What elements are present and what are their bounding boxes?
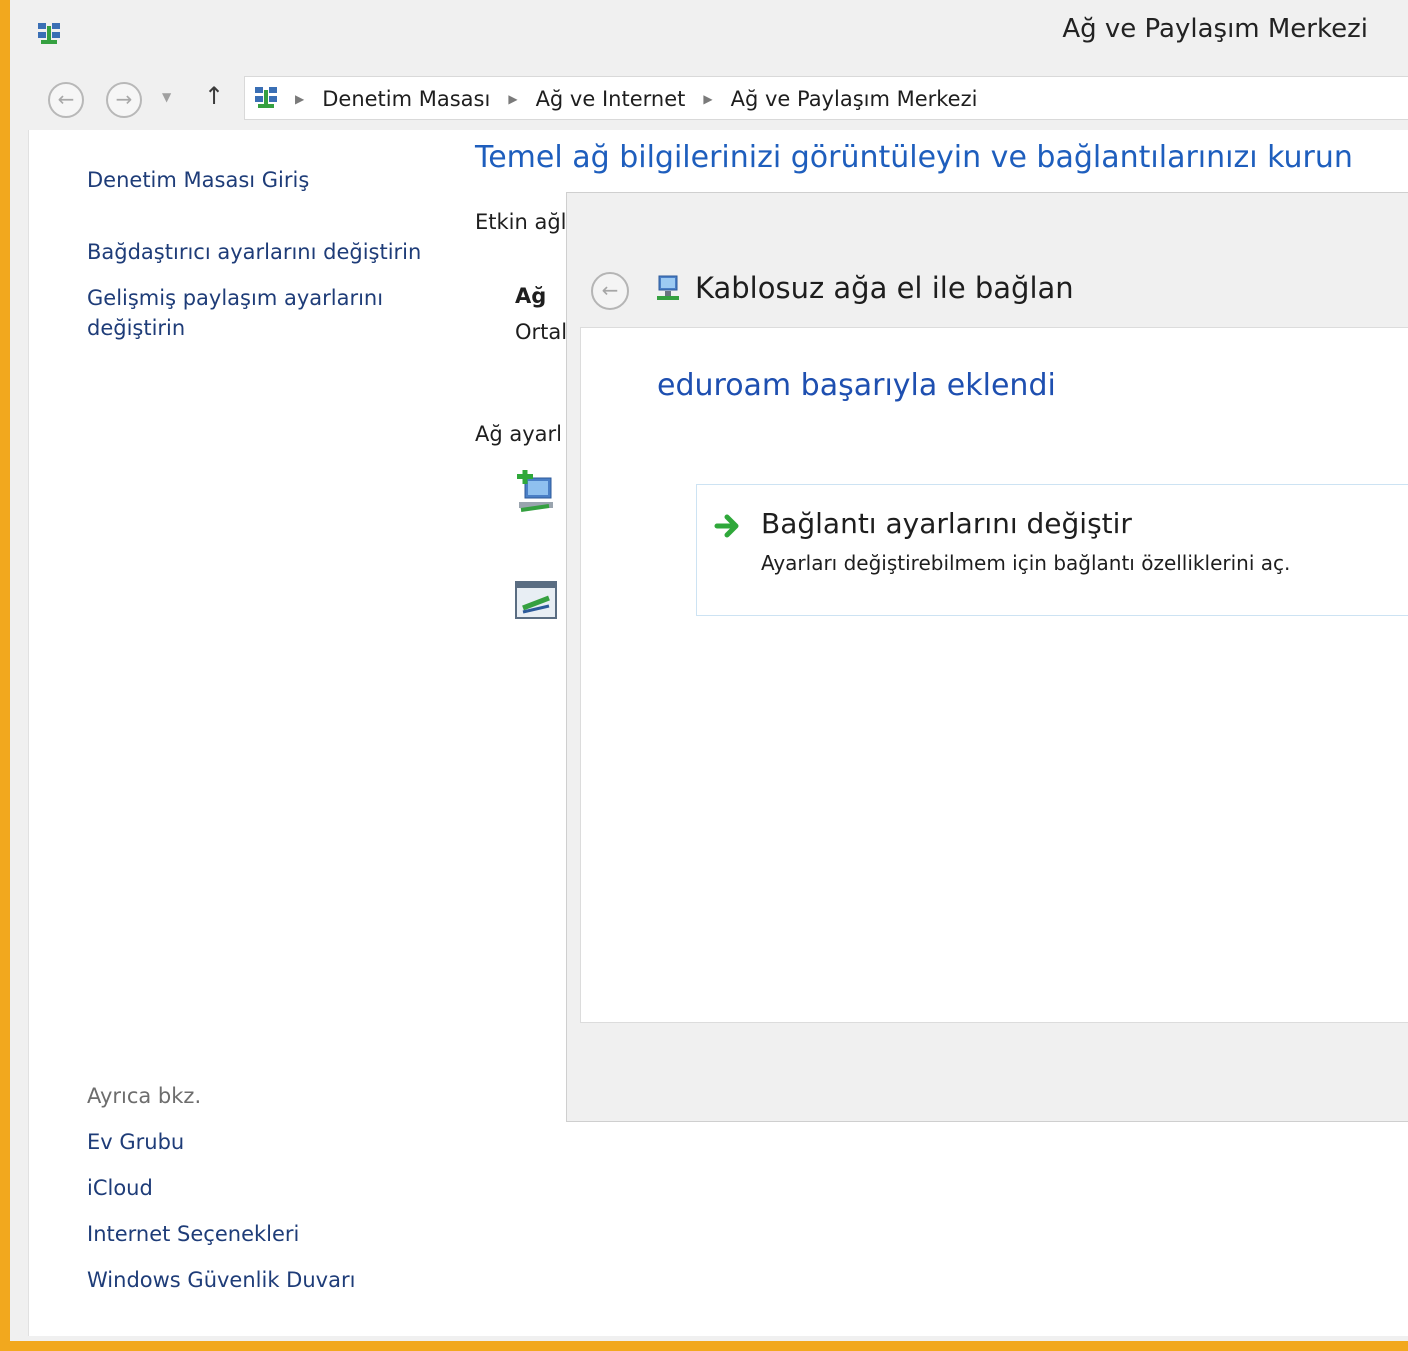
option-description: Ayarları değiştirebilmem için bağlantı ö… [761, 551, 1291, 575]
recent-locations-chevron-down-icon[interactable]: ▼ [162, 90, 171, 104]
window-title: Ağ ve Paylaşım Merkezi [1062, 14, 1368, 44]
network-settings-label: Ağ ayarl [475, 422, 563, 446]
green-arrow-right-icon [714, 514, 739, 538]
network-name: Ağ [515, 284, 547, 308]
title-bar[interactable]: Ağ ve Paylaşım Merkezi [10, 0, 1408, 62]
option-title: Bağlantı ayarlarını değiştir [761, 507, 1132, 540]
window-frame-bottom [0, 1341, 1408, 1351]
page-title: Temel ağ bilgilerinizi görüntüleyin ve b… [475, 140, 1353, 175]
address-bar[interactable]: ▶ Denetim Masası ▶ Ağ ve Internet ▶ Ağ v… [244, 76, 1408, 120]
success-heading: eduroam başarıyla eklendi [657, 368, 1056, 403]
sidebar-link-control-panel-home[interactable]: Denetim Masası Giriş [87, 165, 309, 195]
breadcrumb-separator-icon[interactable]: ▶ [703, 92, 712, 106]
window-frame-left [0, 0, 10, 1351]
network-center-icon [255, 87, 277, 108]
breadcrumb-item-network-sharing-center[interactable]: Ağ ve Paylaşım Merkezi [731, 87, 978, 111]
control-panel-window: Ağ ve Paylaşım Merkezi ← → ▼ ↑ ▶ Denetim… [10, 0, 1408, 1341]
breadcrumb-item-network-internet[interactable]: Ağ ve Internet [536, 87, 686, 111]
back-arrow-icon[interactable]: ← [48, 82, 84, 118]
see-also-link-internet-options[interactable]: Internet Seçenekleri [87, 1219, 299, 1249]
forward-arrow-icon[interactable]: → [106, 82, 142, 118]
dialog-back-arrow-icon[interactable]: ← [591, 272, 629, 310]
breadcrumb: ▶ Denetim Masası ▶ Ağ ve Internet ▶ Ağ v… [295, 87, 977, 111]
dialog-title: Kablosuz ağa el ile bağlan [695, 271, 1074, 305]
breadcrumb-item-control-panel[interactable]: Denetim Masası [322, 87, 490, 111]
change-connection-settings-option[interactable]: Bağlantı ayarlarını değiştir Ayarları de… [696, 484, 1408, 616]
wireless-network-icon [657, 275, 679, 300]
sidebar-link-advanced-sharing[interactable]: Gelişmiş paylaşım ayarlarını [87, 283, 383, 313]
dialog-body: eduroam başarıyla eklendi Bağlantı ayarl… [580, 327, 1408, 1023]
connect-wireless-dialog: ← Kablosuz ağa el ile bağlan eduroam baş… [566, 192, 1408, 1122]
new-connection-icon[interactable] [513, 470, 559, 516]
content-area: Denetim Masası Giriş Bağdaştırıcı ayarla… [28, 130, 1408, 1336]
troubleshoot-icon[interactable] [513, 578, 559, 624]
see-also-link-icloud[interactable]: iCloud [87, 1173, 153, 1203]
up-arrow-icon[interactable]: ↑ [204, 82, 224, 110]
breadcrumb-separator-icon[interactable]: ▶ [508, 92, 517, 106]
network-center-icon [38, 23, 60, 44]
sidebar-link-adapter-settings[interactable]: Bağdaştırıcı ayarlarını değiştirin [87, 237, 421, 267]
dialog-footer [580, 1023, 1408, 1105]
see-also-link-homegroup[interactable]: Ev Grubu [87, 1127, 184, 1157]
sidebar-link-advanced-sharing-cont[interactable]: değiştirin [87, 313, 185, 343]
see-also-link-firewall[interactable]: Windows Güvenlik Duvarı [87, 1265, 355, 1295]
active-networks-label: Etkin ağl [475, 210, 567, 234]
network-category: Ortal [515, 320, 568, 344]
navigation-bar: ← → ▼ ↑ ▶ Denetim Masası ▶ Ağ ve Interne… [10, 72, 1408, 126]
breadcrumb-separator-icon[interactable]: ▶ [295, 92, 304, 106]
see-also-label: Ayrıca bkz. [87, 1084, 202, 1108]
